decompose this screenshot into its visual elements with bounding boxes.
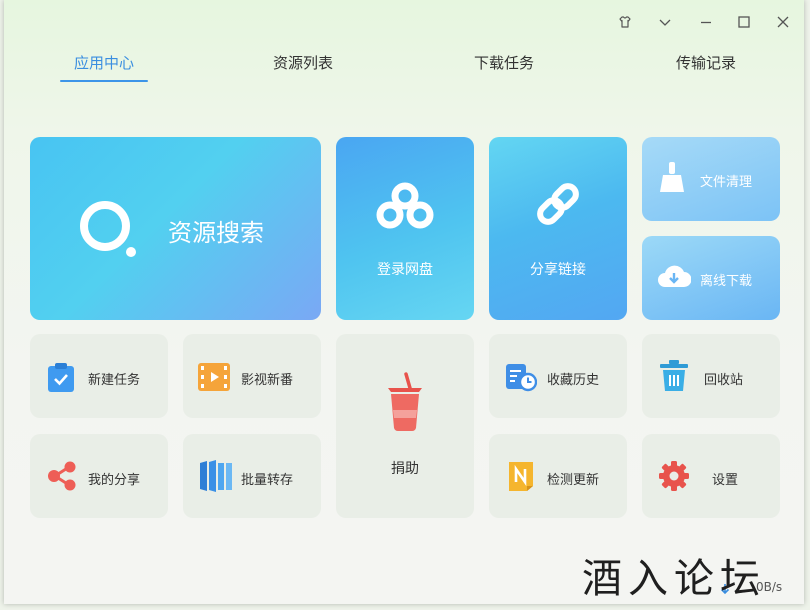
collection-history-label: 收藏历史: [547, 373, 600, 388]
movies-label: 影视新番: [241, 373, 294, 388]
resource-search-tile[interactable]: 资源搜索: [30, 137, 321, 320]
tab-download-tasks[interactable]: 下载任务: [444, 50, 564, 76]
collection-history-tile[interactable]: 收藏历史: [489, 334, 627, 418]
offline-download-label: 离线下载: [700, 274, 753, 289]
login-netdisk-label: 登录网盘: [377, 262, 433, 278]
skin-icon[interactable]: [610, 9, 640, 35]
check-update-label: 检测更新: [547, 473, 600, 488]
donate-tile[interactable]: 捐助: [336, 334, 474, 518]
batch-transfer-tile[interactable]: 批量转存: [183, 434, 321, 518]
batch-transfer-label: 批量转存: [241, 473, 294, 488]
new-task-label: 新建任务: [88, 373, 141, 388]
my-share-tile[interactable]: 我的分享: [30, 434, 168, 518]
share-link-tile[interactable]: 分享链接: [489, 137, 627, 320]
link-icon: [537, 183, 579, 225]
login-netdisk-tile[interactable]: 登录网盘: [336, 137, 474, 320]
settings-label: 设置: [712, 473, 739, 488]
chevron-down-icon[interactable]: [650, 9, 680, 35]
recycle-bin-tile[interactable]: 回收站: [642, 334, 780, 418]
recycle-bin-label: 回收站: [704, 373, 744, 388]
trash-icon: [660, 360, 688, 391]
donate-label: 捐助: [391, 461, 419, 477]
search-circle-icon: [80, 201, 136, 257]
file-clean-tile[interactable]: 文件清理: [642, 137, 780, 221]
resource-search-label: 资源搜索: [168, 219, 264, 247]
history-icon: [506, 364, 537, 392]
clipboard-check-icon: [48, 363, 74, 392]
new-task-tile[interactable]: 新建任务: [30, 334, 168, 418]
share-link-label: 分享链接: [530, 262, 586, 278]
tab-app-center[interactable]: 应用中心: [44, 50, 164, 76]
cloud-rings-icon: [376, 182, 434, 229]
tab-resource-list[interactable]: 资源列表: [243, 50, 363, 76]
gear-icon: [659, 461, 689, 491]
active-tab-indicator: [60, 80, 148, 82]
maximize-button[interactable]: [729, 9, 759, 35]
share-icon: [48, 461, 76, 491]
cloud-download-icon: [658, 265, 691, 287]
close-button[interactable]: [768, 9, 798, 35]
movies-tile[interactable]: 影视新番: [183, 334, 321, 418]
settings-tile[interactable]: 设置: [642, 434, 780, 518]
drink-cup-icon: [388, 372, 422, 431]
app-window: 应用中心 资源列表 下载任务 传输记录 资源搜索 登录网盘 分享链接 文件清理 …: [4, 0, 804, 604]
my-share-label: 我的分享: [88, 473, 141, 488]
film-icon: [198, 363, 230, 391]
offline-download-tile[interactable]: 离线下载: [642, 236, 780, 320]
broom-icon: [660, 162, 684, 192]
notes-icon: [509, 462, 533, 491]
forum-watermark: 酒入论坛: [582, 556, 766, 602]
check-update-tile[interactable]: 检测更新: [489, 434, 627, 518]
books-icon: [200, 460, 232, 492]
minimize-button[interactable]: [691, 9, 721, 35]
file-clean-label: 文件清理: [700, 175, 753, 190]
tab-transfer-records[interactable]: 传输记录: [646, 50, 766, 76]
